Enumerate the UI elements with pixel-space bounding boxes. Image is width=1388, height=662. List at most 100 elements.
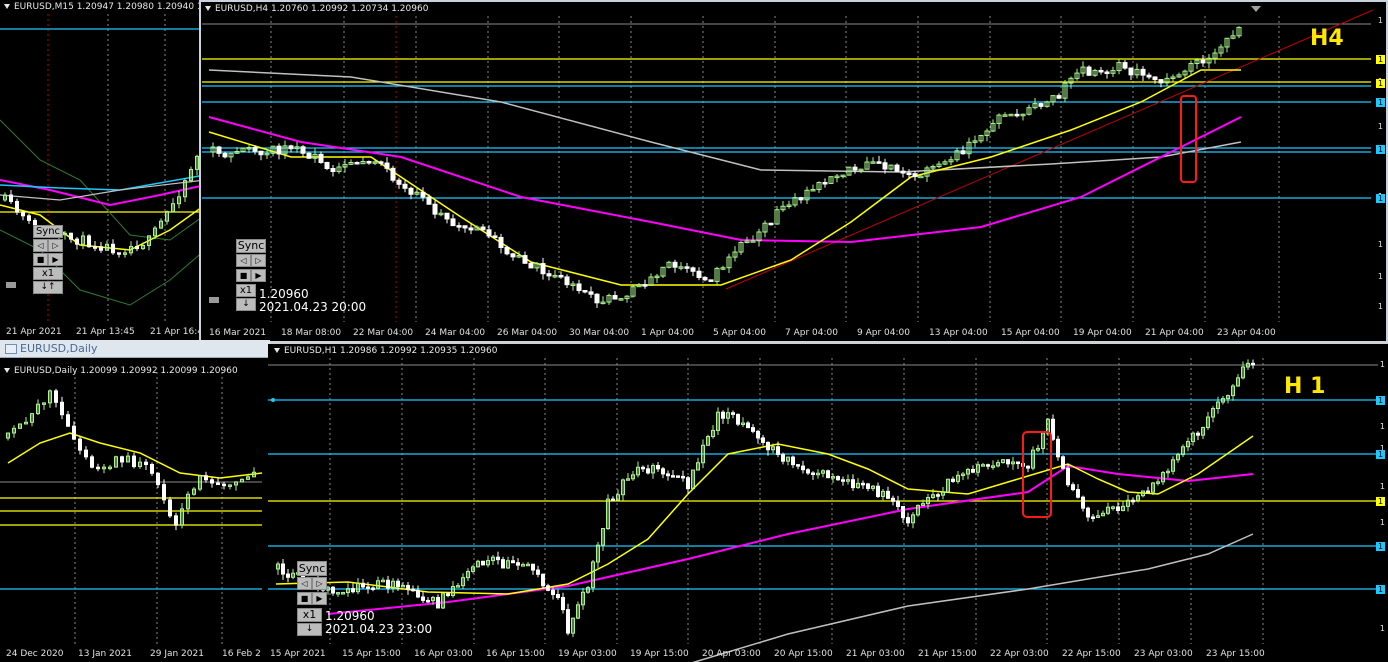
candle-body xyxy=(672,261,678,268)
step-back-icon[interactable]: ◁ xyxy=(236,254,251,267)
h4-header-text: EURUSD,H4 1.20760 1.20992 1.20734 1.2096… xyxy=(215,4,429,14)
play-icon[interactable]: ▶ xyxy=(48,253,63,266)
speed-button[interactable]: x1 xyxy=(33,267,63,280)
arrows-icon[interactable]: ↓↑ xyxy=(33,281,63,294)
h1-sync-panel[interactable]: Sync ◁ ▷ ■ ▶ x1 ↓ xyxy=(297,561,327,637)
candle-body xyxy=(746,422,750,429)
stop-icon[interactable]: ■ xyxy=(297,592,312,605)
time-axis-label: 15 Apr 04:00 xyxy=(1001,328,1060,338)
candle-body xyxy=(1076,489,1080,498)
price-axis-label: 1 xyxy=(1379,360,1385,369)
candle-body xyxy=(1104,71,1110,74)
step-forward-icon[interactable]: ▷ xyxy=(48,239,63,252)
candle-body xyxy=(354,161,360,165)
candle-body xyxy=(75,238,79,245)
price-axis-label: 1 xyxy=(1377,272,1383,281)
candle-body xyxy=(826,470,830,479)
play-icon[interactable]: ▶ xyxy=(251,269,266,282)
arrows-icon[interactable]: ↓ xyxy=(297,623,322,636)
candle-body xyxy=(96,466,100,470)
candle-body xyxy=(390,167,396,181)
candle-body xyxy=(351,588,355,593)
candle-body xyxy=(1131,499,1135,503)
candle-body xyxy=(386,579,390,589)
sync-button[interactable]: Sync xyxy=(236,239,266,253)
candle-body xyxy=(111,243,115,254)
candle-body xyxy=(791,456,795,466)
candle-body xyxy=(426,196,432,205)
candle-body xyxy=(551,589,555,596)
dropdown-triangle-icon[interactable] xyxy=(205,6,211,11)
candle-body xyxy=(541,573,545,587)
candle-body xyxy=(960,150,966,155)
dropdown-triangle-icon[interactable] xyxy=(274,348,280,353)
price-tag-blue: 1 xyxy=(1376,98,1385,107)
step-forward-icon[interactable]: ▷ xyxy=(251,254,266,267)
stop-icon[interactable]: ■ xyxy=(236,269,251,282)
time-axis-label: 7 Apr 04:00 xyxy=(785,328,838,338)
time-axis-label: 20 Apr 03:00 xyxy=(702,649,761,659)
arrows-icon[interactable]: ↓ xyxy=(236,298,256,311)
time-axis-label: 15 Apr 2021 xyxy=(270,649,326,659)
sync-button[interactable]: Sync xyxy=(33,225,63,238)
speed-button[interactable]: x1 xyxy=(297,608,322,622)
sync-button[interactable]: Sync xyxy=(297,561,327,576)
candle-body xyxy=(1071,484,1075,491)
candle-body xyxy=(796,464,800,467)
candle-body xyxy=(492,235,498,238)
candle-body xyxy=(420,191,426,198)
daily-chart-window[interactable]: EURUSD,Daily 1.20099 1.20992 1.20099 1.2… xyxy=(0,358,268,662)
time-axis-label: 16 Apr 15:00 xyxy=(486,649,545,659)
step-forward-icon[interactable]: ▷ xyxy=(312,577,327,590)
time-axis-label: 24 Dec 2020 xyxy=(6,649,64,659)
h1-chart-header: EURUSD,H1 1.20986 1.20992 1.20935 1.2096… xyxy=(274,346,497,356)
time-axis-label: 23 Apr 04:00 xyxy=(1217,328,1276,338)
candle-body xyxy=(15,200,19,213)
candle-body xyxy=(1116,506,1120,511)
chart-window-icon xyxy=(5,344,17,354)
m15-chart-window[interactable]: EURUSD,M15 1.20947 1.20980 1.20940 1 Syn… xyxy=(0,0,205,340)
candle-body xyxy=(566,609,570,634)
time-axis-label: 13 Apr 04:00 xyxy=(929,328,988,338)
price-tag-blue: 1 xyxy=(1376,542,1385,551)
h1-sync-datetime: 2021.04.23 23:00 xyxy=(325,622,433,636)
candle-body xyxy=(252,147,258,152)
h1-chart-window[interactable]: EURUSD,H1 1.20986 1.20992 1.20935 1.2096… xyxy=(268,344,1388,662)
candle-body xyxy=(306,152,312,159)
candle-body xyxy=(444,212,450,220)
highlight-box xyxy=(1180,95,1197,183)
daily-window-titlebar[interactable]: EURUSD,Daily xyxy=(0,340,270,358)
candle-body xyxy=(986,464,990,467)
step-back-icon[interactable]: ◁ xyxy=(33,239,48,252)
candle-body xyxy=(642,284,648,287)
time-axis-label: 16 Mar 2021 xyxy=(209,328,267,338)
ma-100-line xyxy=(208,116,1242,244)
speed-button[interactable]: x1 xyxy=(236,284,256,297)
dropdown-triangle-icon[interactable] xyxy=(4,368,10,373)
candle-body xyxy=(684,266,690,269)
scroll-marker-icon xyxy=(6,282,16,288)
candle-body xyxy=(546,273,552,277)
candle-body xyxy=(900,170,906,174)
candle-body xyxy=(1081,496,1085,509)
m15-sync-panel[interactable]: Sync ◁ ▷ ■ ▶ x1 ↓↑ xyxy=(33,225,63,297)
candle-body xyxy=(54,390,58,403)
candle-body xyxy=(546,585,550,591)
stop-icon[interactable]: ■ xyxy=(33,253,48,266)
candle-body xyxy=(324,161,330,170)
dropdown-triangle-icon[interactable] xyxy=(4,4,10,9)
daily-window-title: EURUSD,Daily xyxy=(20,342,98,355)
candle-body xyxy=(396,580,400,588)
h4-chart-window[interactable]: EURUSD,H4 1.20760 1.20992 1.20734 1.2096… xyxy=(199,0,1388,343)
candle-body xyxy=(766,441,770,451)
chart-shift-marker-icon[interactable] xyxy=(1251,6,1261,12)
candle-body xyxy=(721,411,725,419)
candle-body xyxy=(27,215,31,221)
time-axis-label: 13 Jan 2021 xyxy=(78,649,132,659)
step-back-icon[interactable]: ◁ xyxy=(297,577,312,590)
time-axis-label: 23 Apr 03:00 xyxy=(1134,649,1193,659)
candle-body xyxy=(906,517,910,524)
play-icon[interactable]: ▶ xyxy=(312,592,327,605)
candle-body xyxy=(162,484,166,501)
candle-body xyxy=(666,473,670,477)
